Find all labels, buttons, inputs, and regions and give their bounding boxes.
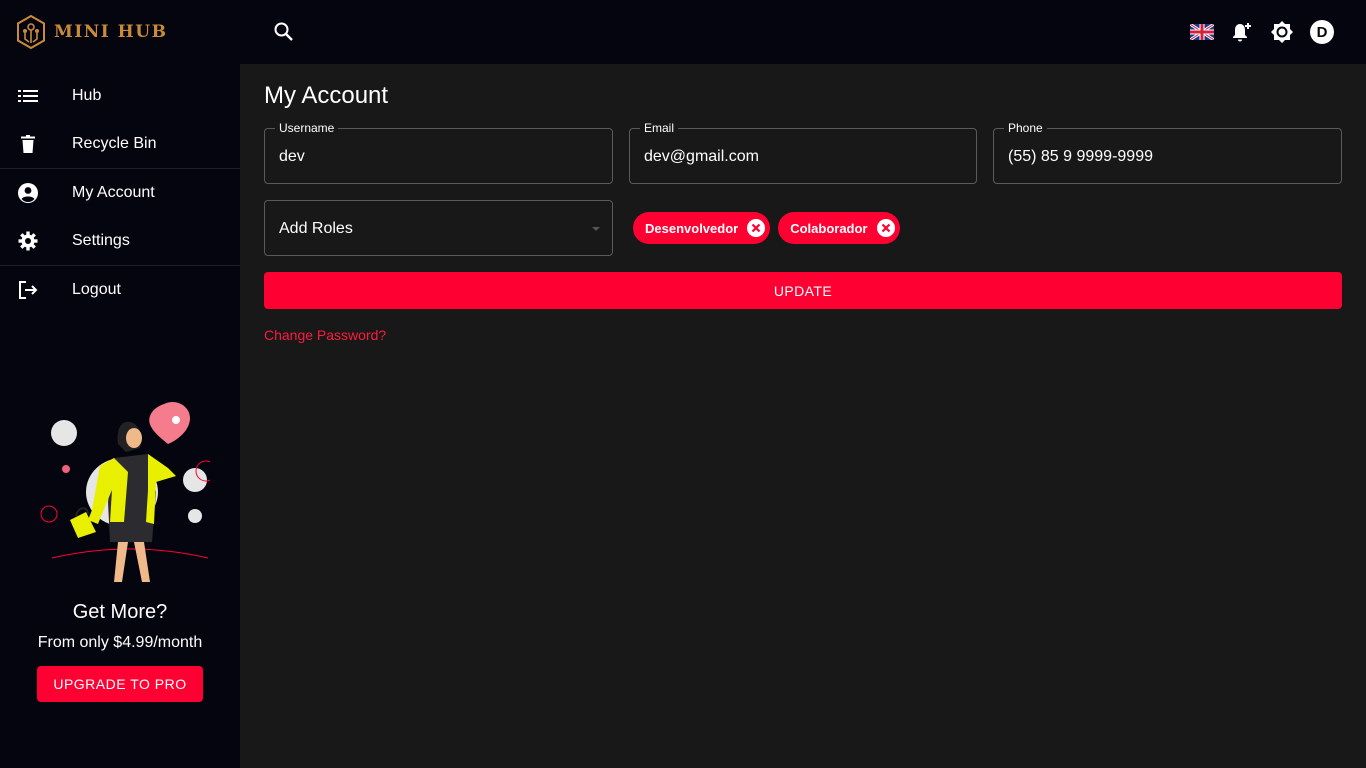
chevron-down-icon — [592, 227, 600, 231]
sidebar-item-label: My Account — [72, 184, 155, 201]
sidebar-item-logout[interactable]: Logout — [0, 266, 240, 314]
language-selector[interactable] — [1190, 20, 1214, 44]
sidebar-nav: Hub Recycle Bin My Account Settings Logo… — [0, 72, 240, 314]
uk-flag-icon — [1190, 24, 1214, 40]
email-field[interactable]: Email dev@gmail.com — [629, 121, 977, 184]
role-chip[interactable]: Desenvolvedor — [633, 212, 771, 244]
sidebar-item-label: Settings — [72, 232, 130, 249]
upgrade-promo: Get More? From only $4.99/month UPGRADE … — [0, 392, 240, 702]
search-icon[interactable] — [272, 20, 296, 44]
gear-icon — [16, 229, 40, 253]
role-chip-label: Colaborador — [790, 220, 868, 236]
username-label: Username — [275, 121, 339, 135]
trash-icon — [16, 132, 40, 156]
change-password-link[interactable]: Change Password? — [264, 327, 386, 343]
upgrade-to-pro-button[interactable]: UPGRADE TO PRO — [37, 666, 203, 702]
phone-field[interactable]: Phone (55) 85 9 9999-9999 — [993, 121, 1342, 184]
app-name: MINI HUB — [54, 22, 168, 42]
add-roles-placeholder: Add Roles — [279, 220, 353, 237]
phone-value[interactable]: (55) 85 9 9999-9999 — [1008, 148, 1153, 166]
sidebar-item-my-account[interactable]: My Account — [0, 169, 240, 217]
promo-illustration — [40, 401, 210, 582]
notification-add-icon[interactable] — [1230, 20, 1254, 44]
list-icon — [16, 84, 40, 108]
sidebar-item-settings[interactable]: Settings — [0, 217, 240, 265]
update-button[interactable]: UPDATE — [264, 272, 1342, 309]
account-circle-icon — [16, 181, 40, 205]
page-title: My Account — [264, 82, 389, 109]
close-icon[interactable] — [746, 218, 766, 238]
app-logo[interactable]: MINI HUB — [16, 14, 167, 50]
email-value[interactable]: dev@gmail.com — [644, 148, 759, 166]
username-value[interactable]: dev — [279, 148, 305, 166]
add-roles-select[interactable]: Add Roles — [264, 200, 613, 256]
promo-subtitle: From only $4.99/month — [37, 634, 203, 651]
sidebar: MINI HUB Hub Recycle Bin My Account Sett… — [0, 0, 240, 768]
top-app-bar: D — [240, 0, 1366, 64]
close-icon[interactable] — [876, 218, 896, 238]
promo-title: Get More? — [72, 601, 168, 623]
avatar[interactable]: D — [1310, 20, 1334, 44]
phone-label: Phone — [1004, 121, 1047, 135]
sidebar-item-label: Recycle Bin — [72, 135, 157, 152]
email-label: Email — [640, 121, 679, 135]
sidebar-item-recycle-bin[interactable]: Recycle Bin — [0, 120, 240, 168]
role-chip-label: Desenvolvedor — [645, 220, 739, 236]
theme-toggle-icon[interactable] — [1270, 20, 1294, 44]
sidebar-item-label: Logout — [72, 281, 121, 298]
sidebar-item-hub[interactable]: Hub — [0, 72, 240, 120]
role-chip[interactable]: Colaborador — [778, 212, 900, 244]
sidebar-item-label: Hub — [72, 87, 102, 104]
username-field[interactable]: Username dev — [264, 121, 613, 184]
top-actions: D — [1190, 18, 1334, 46]
logout-icon — [16, 278, 40, 302]
roles-chip-list: Desenvolvedor Colaborador — [633, 212, 900, 244]
logo-icon — [17, 15, 45, 49]
